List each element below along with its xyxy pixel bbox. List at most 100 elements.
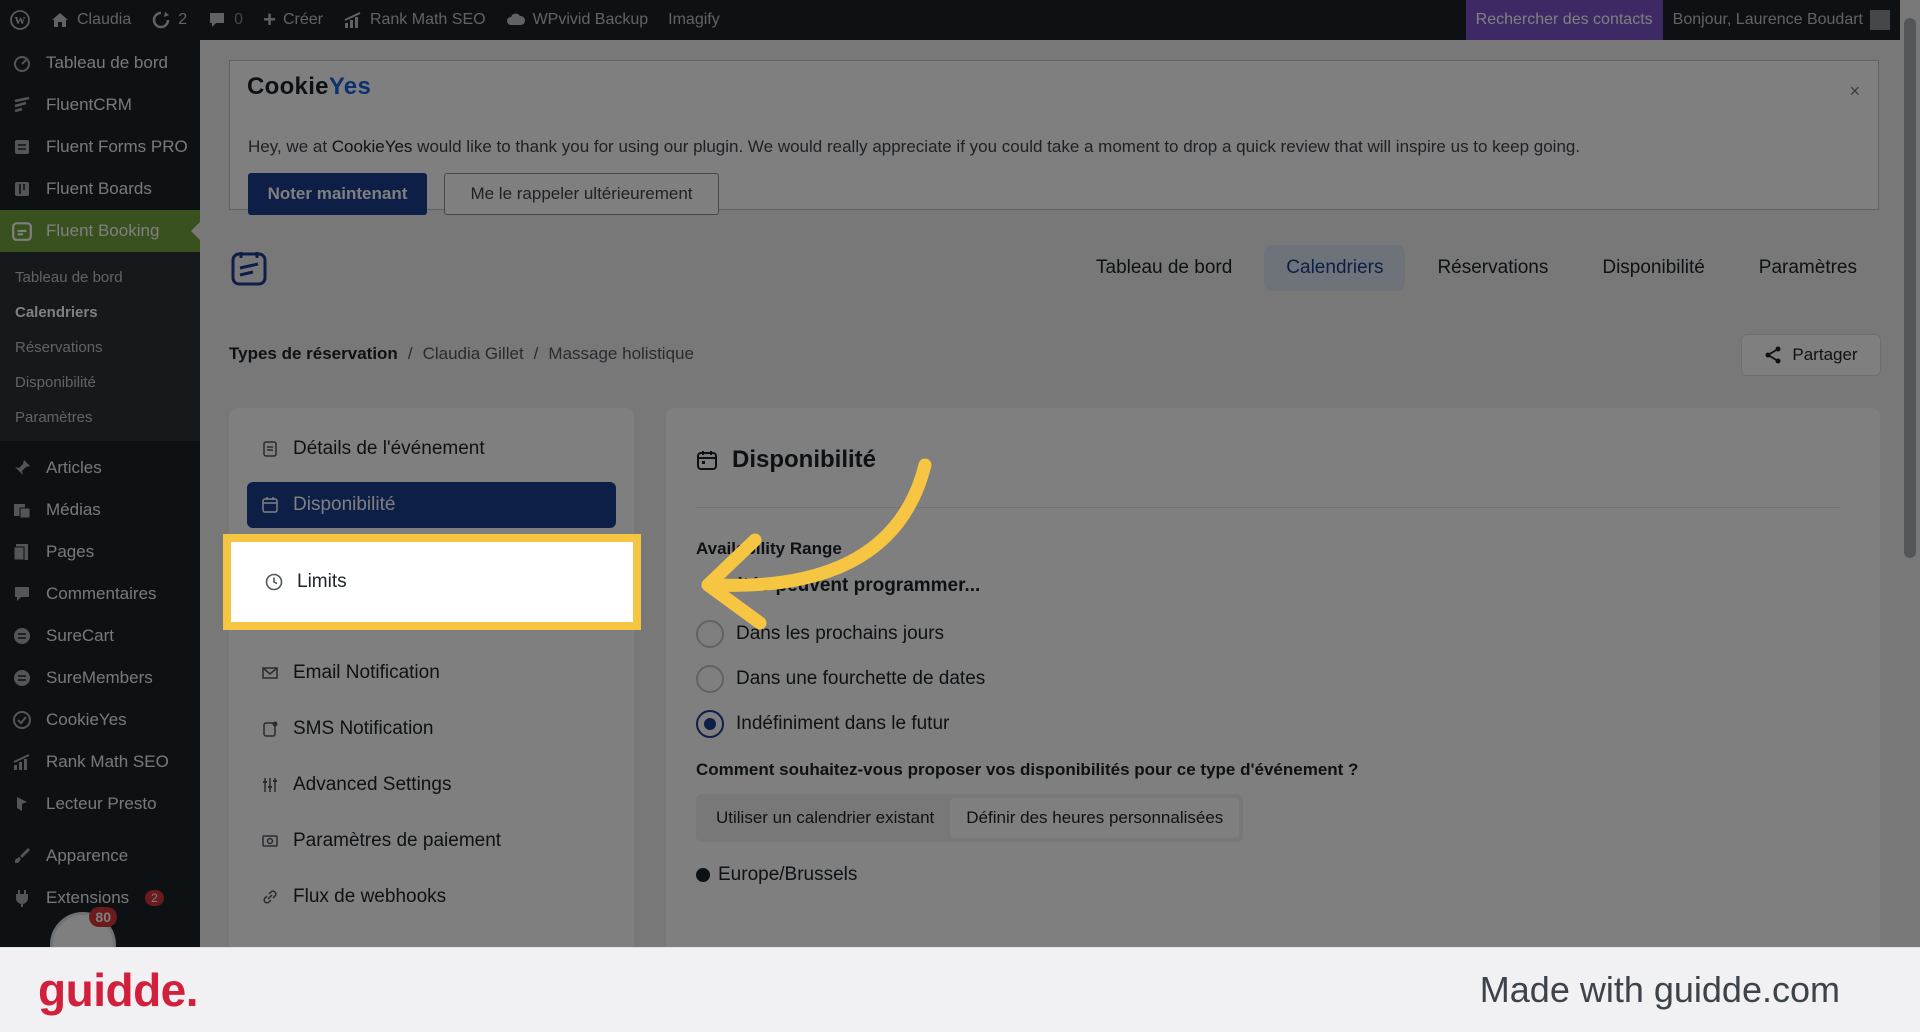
sidebar-item-m-dias[interactable]: Médias [0,489,200,531]
wordpress-icon: W [10,10,30,30]
submenu-calendars[interactable]: Calendriers [0,295,200,330]
calendar-icon [697,451,717,470]
calendar-icon [261,496,279,514]
breadcrumb-root[interactable]: Types de réservation [229,344,398,364]
radio-indefinitely[interactable]: Indéfiniment dans le futur [696,710,949,738]
sidebar-item-fluent-forms-pro[interactable]: Fluent Forms PRO [0,126,200,168]
page-scrollbar[interactable] [1900,0,1920,947]
sidebar-item-commentaires[interactable]: Commentaires [0,573,200,615]
sidebar-item-label: FluentCRM [46,95,132,114]
radio-button[interactable] [696,620,724,648]
share-button[interactable]: Partager [1741,334,1881,376]
imagify-link[interactable]: Imagify [658,0,730,40]
settings-menu-param-tres-de-paiement[interactable]: Paramètres de paiement [247,818,616,864]
sidebar-item-rank-math-seo[interactable]: Rank Math SEO [0,741,200,783]
presto-icon [10,792,34,816]
highlighted-limits-item[interactable]: Limits [223,534,641,630]
globe-icon [696,868,710,882]
share-label: Partager [1792,345,1858,364]
account-menu[interactable]: Bonjour, Laurence Boudart [1663,0,1900,40]
settings-menu-d-tails-de-l-v-nement[interactable]: Détails de l'événement [247,426,616,472]
event-settings-menu: Détails de l'événement Disponibilité Limit… [229,408,634,947]
cookieyes-logo: CookieYes [247,73,372,100]
tab-dashboard[interactable]: Tableau de bord [1074,245,1254,291]
timezone-selector[interactable]: Europe/Brussels [696,864,857,886]
existing-calendar-option[interactable]: Utiliser un calendrier existant [700,798,950,838]
radio-date-range[interactable]: Dans une fourchette de dates [696,665,985,693]
sidebar-item-fluent-boards[interactable]: Fluent Boards [0,168,200,210]
submenu-bookings[interactable]: Réservations [0,330,200,365]
breadcrumb-event: Massage holistique [548,344,694,363]
settings-menu-advanced-settings[interactable]: Advanced Settings [247,762,616,808]
sidebar-item-label: CookieYes [46,710,127,729]
wpvivid-link[interactable]: WPvivid Backup [496,0,659,40]
forms-icon [10,135,34,159]
wordpress-logo-button[interactable]: W [0,0,40,40]
settings-menu-disponibilit-[interactable]: Disponibilité [247,482,616,528]
sidebar-item-label: Tableau de bord [46,53,168,72]
fluent-booking-logo-icon[interactable] [229,248,269,288]
plugins-update-badge: 2 [145,890,164,906]
breadcrumb-separator: / [533,344,539,363]
sidebar-item-label: SureCart [46,626,115,645]
sidebar-item-lecteur-presto[interactable]: Lecteur Presto [0,783,200,825]
availability-range-label: Availability Range [696,539,842,558]
sidebar-item-tableau-de-bord[interactable]: Tableau de bord [0,42,200,84]
settings-menu-email-notification[interactable]: Email Notification [247,650,616,696]
new-content-link[interactable]: + Créer [253,0,333,40]
search-contacts-button[interactable]: Rechercher des contacts [1465,0,1663,40]
brush-icon [10,844,34,868]
guidde-footer: guidde. Made with guidde.com [0,947,1920,1032]
fluent-booking-submenu: Tableau de bord Calendriers Réservations… [0,252,200,441]
surecart-icon [10,624,34,648]
main-content: CookieYes Hey, we at CookieYes would lik… [200,40,1900,947]
scrollbar-thumb[interactable] [1904,18,1916,558]
tab-availability[interactable]: Disponibilité [1580,245,1726,291]
site-name-link[interactable]: Claudia [40,0,141,40]
user-avatar [1870,10,1890,30]
settings-menu-label: SMS Notification [293,718,434,739]
boards-icon [10,177,34,201]
comments-link[interactable]: 0 [197,0,253,40]
sidebar-item-articles[interactable]: Articles [0,447,200,489]
submenu-dashboard[interactable]: Tableau de bord [0,260,200,295]
fluent-booking-header: Tableau de bord Calendriers Réservations… [229,236,1879,300]
cloud-icon [506,13,525,25]
availability-panel: Disponibilité Availability Range Invités… [666,408,1880,947]
radio-button-checked[interactable] [696,710,724,738]
sidebar-item-surecart[interactable]: SureCart [0,615,200,657]
sidebar-item-fluent-booking[interactable]: Fluent Booking [0,210,200,252]
custom-hours-option[interactable]: Définir des heures personnalisées [950,798,1240,838]
link-icon [261,888,279,906]
sidebar-item-apparence[interactable]: Apparence [0,835,200,877]
sidebar-item-cookieyes[interactable]: CookieYes [0,699,200,741]
sidebar-item-suremembers[interactable]: SureMembers [0,657,200,699]
tab-settings[interactable]: Paramètres [1737,245,1879,291]
updates-link[interactable]: 2 [141,0,197,40]
sidebar-item-pages[interactable]: Pages [0,531,200,573]
remind-later-button[interactable]: Me le rappeler ultérieurement [444,173,719,215]
settings-menu-flux-de-webhooks[interactable]: Flux de webhooks [247,874,616,920]
radio-next-days[interactable]: Dans les prochains jours [696,620,944,648]
tab-calendars[interactable]: Calendriers [1264,245,1406,291]
close-icon[interactable]: × [1849,81,1860,102]
rate-now-button[interactable]: Noter maintenant [248,173,427,215]
pages-icon [10,540,34,564]
greeting: Bonjour, Laurence Boudart [1672,11,1863,28]
submenu-availability[interactable]: Disponibilité [0,365,200,400]
highlighted-label: Limits [297,571,347,592]
sms-icon [261,720,279,738]
rankmath-link[interactable]: Rank Math SEO [333,0,496,40]
sidebar-item-fluentcrm[interactable]: FluentCRM [0,84,200,126]
settings-menu-sms-notification[interactable]: SMS Notification [247,706,616,752]
sidebar-item-label: Médias [46,500,101,519]
home-icon [52,13,68,27]
breadcrumb-calendar[interactable]: Claudia Gillet [423,344,524,364]
fluentcrm-icon [10,93,34,117]
settings-menu-label: Détails de l'événement [293,438,485,459]
booking-icon [10,219,34,243]
submenu-settings[interactable]: Paramètres [0,400,200,435]
radio-button[interactable] [696,665,724,693]
tab-bookings[interactable]: Réservations [1415,245,1570,291]
share-icon [1765,346,1781,364]
